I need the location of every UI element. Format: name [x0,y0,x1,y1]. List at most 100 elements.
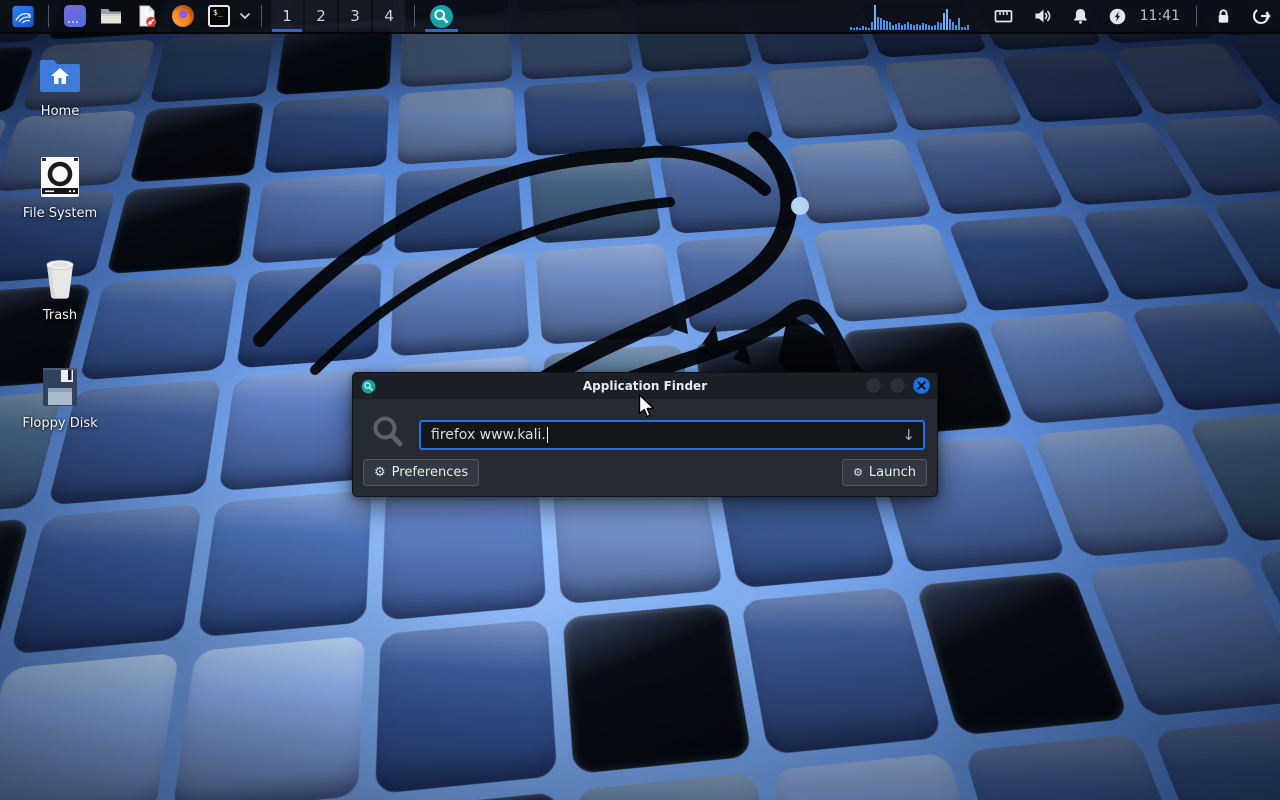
wallpaper-cube [197,490,371,638]
launcher-file-manager[interactable] [96,0,126,32]
launcher-text-editor[interactable] [132,0,162,32]
workspace-button-2[interactable]: 2 [305,0,337,32]
launch-label: Launch [869,465,916,480]
wallpaper-cube [772,753,1000,800]
kali-dragon-icon [12,3,34,30]
cpu-graph-bar [937,22,939,30]
wallpaper-cube [368,792,571,800]
wallpaper-cube [529,155,662,243]
application-finder-window: Application Finder firefox www.kali. ↓ [352,372,938,497]
cpu-graph[interactable] [850,2,970,30]
chevron-down-icon [239,12,251,20]
panel-separator [1196,6,1197,26]
wallpaper-cube [264,94,389,173]
search-icon [361,379,376,394]
terminal-icon: $_ [208,5,230,27]
workspace-button-1[interactable]: 1 [271,0,303,32]
terminal-glyph: $_ [213,9,223,17]
cpu-graph-bar [856,27,858,30]
gear-icon: ⚙ [374,466,386,479]
cpu-graph-bar [892,25,894,30]
cpu-graph-bar [940,23,942,30]
launcher-firefox[interactable] [168,0,198,32]
power-icon[interactable] [1108,7,1127,26]
cpu-graph-bar [904,24,906,30]
workspace-button-3[interactable]: 3 [339,0,371,32]
desktop-icon-trash[interactable]: Trash [12,258,108,323]
minimize-button[interactable] [865,377,882,394]
cpu-graph-bar [880,18,882,30]
applications-menu-button[interactable] [6,0,40,32]
cpu-graph-bar [949,19,951,30]
cpu-graph-bar [862,26,864,30]
filesystem-drive-icon [40,156,80,200]
window-title: Application Finder [353,379,937,393]
cpu-graph-bar [916,24,918,30]
search-input[interactable]: firefox www.kali. ↓ [419,420,925,450]
notifications-icon[interactable] [1071,6,1090,26]
cpu-graph-bar [913,25,915,30]
workspace-button-4[interactable]: 4 [373,0,405,32]
launch-button[interactable]: ⚙ Launch [842,459,927,486]
wallpaper-cube [150,32,275,103]
cpu-graph-bar [931,26,933,30]
firefox-icon [172,5,194,27]
volume-icon[interactable] [1032,6,1053,26]
cpu-graph-bar [871,22,873,30]
lock-icon[interactable] [1214,6,1233,26]
search-input-value: firefox www.kali. [431,427,546,443]
cpu-graph-bar [901,25,903,30]
cpu-graph-bar [877,17,879,30]
cpu-graph-bar [889,22,891,30]
wallpaper-cube [276,25,393,95]
cpu-graph-bar [853,28,855,30]
file-manager-icon [99,4,123,28]
preferences-button[interactable]: ⚙ Preferences [363,459,479,486]
panel-separator [414,5,415,27]
panel-separator [48,5,49,27]
wallpaper-cube [575,772,787,800]
network-icon[interactable] [993,6,1014,26]
cpu-graph-bar [928,25,930,30]
close-button[interactable] [913,377,930,394]
desktop-icon-label: Home [12,104,108,119]
wallpaper-cube [787,138,933,224]
wallpaper-cube [172,636,365,800]
home-folder-icon [38,56,82,100]
wallpaper-cube [645,72,774,148]
launcher-terminal[interactable]: $_ [204,0,234,32]
wallpaper-cube [913,130,1065,215]
wallpaper-cube [675,233,826,334]
launcher-app-grid[interactable] [60,0,90,32]
cpu-graph-bar [922,23,924,30]
desktop-root: Home File System Trash [0,0,1280,800]
workspace-label: 4 [384,7,394,25]
wallpaper-cube [375,619,557,794]
desktop-icon-home[interactable]: Home [12,56,108,119]
application-finder-taskbar-button[interactable] [423,0,460,32]
wallpaper-cube [391,253,530,357]
desktop-icon-label: File System [12,206,108,221]
cpu-graph-bar [865,27,867,30]
panel-separator [261,5,262,27]
wallpaper-cube [659,147,798,234]
wallpaper-cube [10,504,202,654]
cpu-graph-bar [874,5,876,30]
clock[interactable]: 11:41 [1140,8,1180,24]
wallpaper-cube [884,57,1024,131]
logout-icon[interactable] [1251,6,1272,26]
wallpaper-cube [236,263,382,369]
titlebar[interactable]: Application Finder [353,373,937,399]
desktop-icon-floppy[interactable]: Floppy Disk [12,366,108,431]
arrow-down-icon[interactable]: ↓ [902,426,915,444]
cpu-graph-bar [850,27,852,30]
workspace-label: 1 [282,7,292,25]
cpu-graph-bar [898,23,900,30]
terminal-dropdown-button[interactable] [237,0,253,32]
workspace-label: 3 [350,7,360,25]
cpu-graph-bar [961,27,963,30]
search-icon [429,4,454,29]
desktop-icon-filesystem[interactable]: File System [12,156,108,221]
top-panel: $_ 1 2 3 4 [0,0,1280,34]
maximize-button[interactable] [889,377,906,394]
